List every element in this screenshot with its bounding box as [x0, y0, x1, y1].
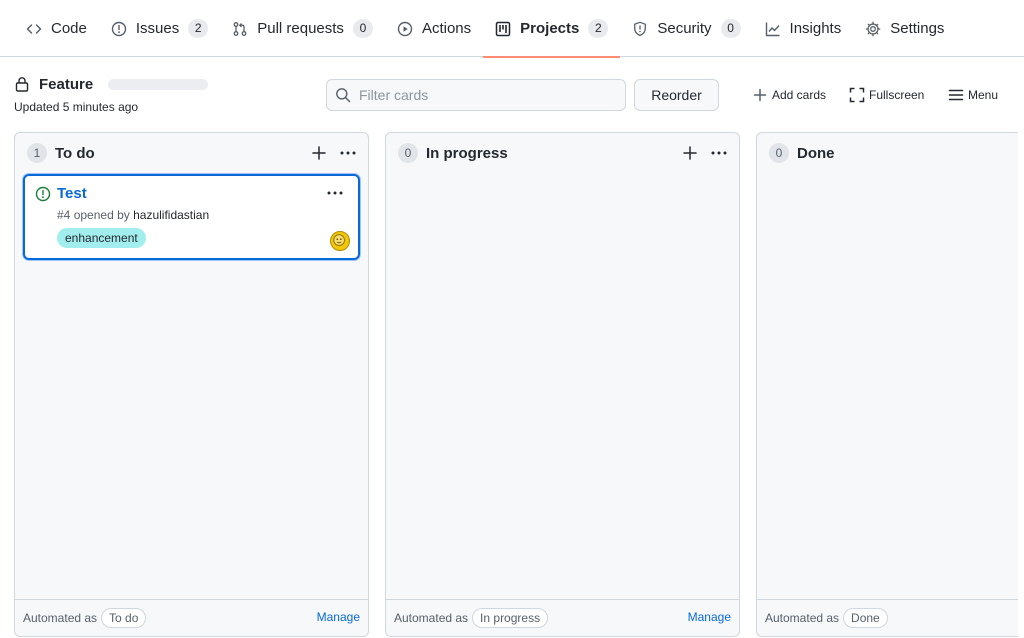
- hamburger-icon: [948, 89, 964, 101]
- security-counter: 0: [720, 19, 741, 38]
- fullscreen-icon: [849, 87, 865, 103]
- tab-security[interactable]: Security 0: [620, 0, 752, 57]
- column-done: 0 Done Automated as Done: [756, 132, 1018, 637]
- column-title: To do: [55, 144, 95, 162]
- issues-counter: 2: [188, 19, 209, 38]
- graph-icon: [765, 21, 781, 37]
- project-header: Feature Updated 5 minutes ago: [14, 74, 209, 114]
- column-card-count: 1: [27, 143, 47, 163]
- issue-opened-icon: [111, 21, 127, 37]
- column-title: In progress: [426, 144, 508, 162]
- reorder-button[interactable]: Reorder: [634, 79, 719, 111]
- fullscreen-button[interactable]: Fullscreen: [849, 86, 924, 104]
- column-header: 0 In progress: [386, 133, 739, 173]
- shield-icon: [632, 21, 648, 37]
- automation-preset-badge: To do: [101, 608, 147, 628]
- tab-label: Insights: [789, 20, 842, 37]
- automated-as-text: Automated as: [23, 611, 98, 625]
- automation-preset-badge: Done: [843, 608, 888, 628]
- tab-label: Settings: [890, 20, 945, 37]
- automated-as-text: Automated as: [394, 611, 469, 625]
- project-title-row: Feature: [14, 74, 209, 94]
- card-menu-kebab-icon[interactable]: [326, 185, 344, 201]
- plus-icon: [753, 88, 767, 102]
- add-cards-button[interactable]: Add cards: [752, 86, 826, 104]
- lock-icon: [15, 77, 29, 92]
- tab-issues[interactable]: Issues 2: [99, 0, 220, 57]
- code-icon: [26, 21, 42, 37]
- tab-label: Pull requests: [257, 20, 344, 37]
- column-header: 1 To do: [15, 133, 368, 173]
- project-icon: [495, 21, 511, 37]
- menu-label: Menu: [968, 88, 999, 102]
- column-menu-kebab-icon[interactable]: [710, 145, 728, 161]
- project-description-placeholder: [108, 78, 209, 90]
- play-icon: [397, 21, 413, 37]
- column-card-count: 0: [398, 143, 418, 163]
- repo-nav: Code Issues 2 Pull requests 0 Actions Pr…: [0, 0, 1024, 58]
- column-in-progress: 0 In progress Automated as In progress M…: [385, 132, 740, 637]
- column-footer: Automated as To do Manage: [15, 599, 368, 636]
- issue-meta: #4 opened by hazulifidastian: [57, 208, 209, 222]
- issue-number: #4: [57, 208, 71, 222]
- automated-as-text: Automated as: [765, 611, 840, 625]
- project-title: Feature: [39, 75, 94, 93]
- automation-preset-badge: In progress: [472, 608, 549, 628]
- tab-label: Actions: [421, 20, 472, 37]
- issue-opened-by: opened by: [73, 208, 130, 222]
- tab-pull-requests[interactable]: Pull requests 0: [220, 0, 385, 57]
- label-enhancement[interactable]: enhancement: [57, 228, 146, 248]
- pull-requests-counter: 0: [352, 19, 373, 38]
- search-icon: [336, 88, 351, 103]
- column-to-do: 1 To do Test #4 opened by hazulifidastia…: [14, 132, 369, 637]
- add-cards-label: Add cards: [772, 88, 827, 102]
- project-updated-time: Updated 5 minutes ago: [14, 100, 139, 114]
- issue-title-link[interactable]: Test: [57, 185, 87, 202]
- filter-cards-field[interactable]: [326, 79, 626, 111]
- manage-automation-link[interactable]: Manage: [317, 610, 360, 624]
- column-menu-kebab-icon[interactable]: [339, 145, 357, 161]
- tab-projects[interactable]: Projects 2: [483, 0, 621, 58]
- tab-actions[interactable]: Actions: [385, 0, 483, 57]
- issue-card[interactable]: Test #4 opened by hazulifidastian enhanc…: [23, 174, 360, 260]
- column-footer: Automated as In progress Manage: [386, 599, 739, 636]
- add-card-plus-icon[interactable]: [311, 145, 327, 161]
- avatar-face-icon: [333, 234, 345, 246]
- repo-tabs: Code Issues 2 Pull requests 0 Actions Pr…: [14, 0, 956, 58]
- projects-counter: 2: [588, 19, 609, 38]
- gear-icon: [865, 21, 881, 37]
- column-footer: Automated as Done: [757, 599, 1018, 636]
- column-card-count: 0: [769, 143, 789, 163]
- tab-label: Projects: [520, 20, 580, 37]
- tab-label: Security: [657, 20, 712, 37]
- issue-author-link[interactable]: hazulifidastian: [133, 208, 209, 222]
- tab-label: Code: [51, 20, 87, 37]
- menu-button[interactable]: Menu: [948, 86, 998, 104]
- assignee-avatar[interactable]: [330, 231, 350, 251]
- manage-automation-link[interactable]: Manage: [688, 610, 731, 624]
- git-pull-request-icon: [232, 21, 248, 37]
- filter-cards-input[interactable]: [359, 87, 609, 103]
- add-card-plus-icon[interactable]: [682, 145, 698, 161]
- tab-label: Issues: [135, 20, 180, 37]
- tab-settings[interactable]: Settings: [853, 0, 956, 57]
- tab-code[interactable]: Code: [14, 0, 99, 57]
- tab-insights[interactable]: Insights: [753, 0, 854, 57]
- column-title: Done: [797, 144, 835, 162]
- issue-opened-icon: [35, 186, 51, 202]
- fullscreen-label: Fullscreen: [869, 88, 925, 102]
- column-header: 0 Done: [757, 133, 1018, 173]
